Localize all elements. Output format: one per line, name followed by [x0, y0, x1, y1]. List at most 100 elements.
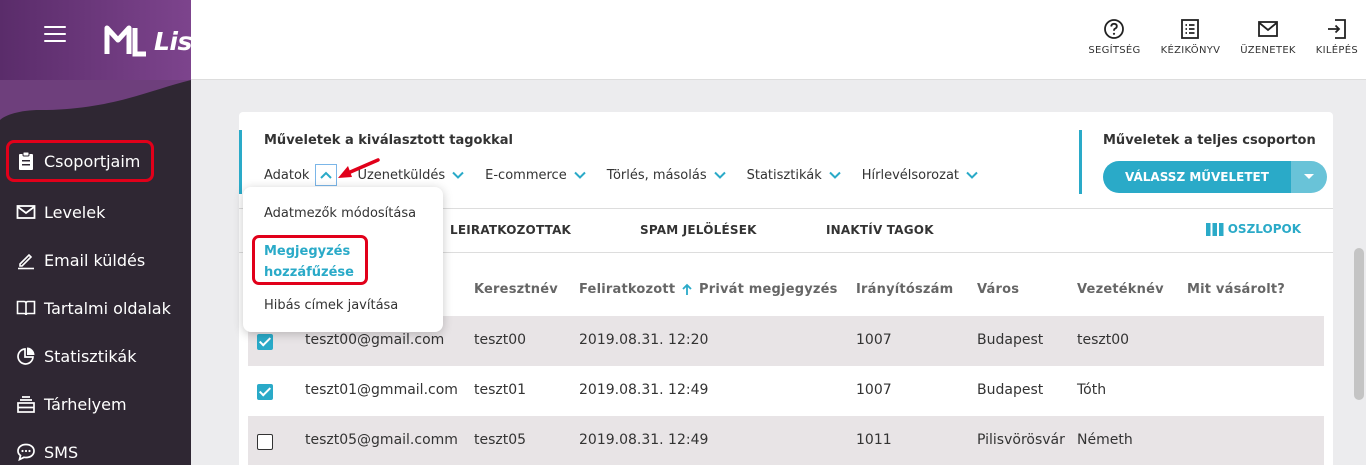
cell-zip: 1007 — [856, 382, 892, 398]
column-header-mit-vasarolt[interactable]: Mit vásárolt? — [1187, 282, 1285, 297]
mail-icon — [1258, 21, 1278, 37]
chevron-up-icon[interactable] — [315, 164, 338, 186]
hamburger-menu-icon[interactable] — [44, 26, 66, 42]
manual-button[interactable]: KÉZIKÖNYV — [1161, 18, 1221, 56]
sidebar-item-email-kuldes[interactable]: Email küldés — [0, 236, 191, 284]
cell-zip: 1007 — [856, 332, 892, 348]
columns-button[interactable]: OSZLOPOK — [1205, 222, 1301, 236]
chevron-down-icon — [452, 171, 464, 179]
manual-icon — [1181, 19, 1200, 39]
row-checkbox[interactable] — [257, 434, 273, 450]
tab-inaktiv-tagok[interactable]: INAKTÍV TAGOK — [826, 223, 934, 237]
sidebar-item-tartalmi-oldalak[interactable]: Tartalmi oldalak — [0, 284, 191, 332]
messages-label: ÜZENETEK — [1240, 45, 1296, 56]
cell-subscribed: 2019.08.31. 12:20 — [579, 332, 709, 348]
sidebar-item-label: Levelek — [44, 202, 106, 222]
help-icon — [1104, 19, 1125, 39]
choose-operation-caret[interactable] — [1290, 161, 1327, 193]
column-header-iranyitoszam[interactable]: Irányítószám — [856, 282, 953, 297]
sidebar-item-label: Tárhelyem — [44, 394, 127, 414]
menu-torles-masolas[interactable]: Törlés, másolás — [607, 164, 727, 186]
group-operations: Műveletek a teljes csoporton VÁLASSZ MŰV… — [1079, 130, 1327, 194]
logout-label: KILÉPÉS — [1315, 45, 1358, 56]
menu-hirlevelsorozat[interactable]: Hírlevélsorozat — [862, 164, 979, 186]
help-button[interactable]: SEGÍTSÉG — [1088, 18, 1140, 56]
logo[interactable]: ListaMester — [104, 24, 315, 58]
chevron-down-icon — [966, 171, 978, 179]
sidebar-item-label: SMS — [44, 442, 79, 462]
logout-icon — [1327, 19, 1346, 39]
chevron-down-icon — [829, 171, 841, 179]
top-actions: SEGÍTSÉG KÉZIKÖNYV ÜZENETEK KILÉPÉS — [1088, 18, 1358, 56]
cell-first-name: teszt05 — [474, 432, 527, 448]
column-header-keresztnev[interactable]: Keresztnév — [474, 282, 558, 297]
sidebar-item-label: Statisztikák — [44, 346, 137, 366]
messages-button[interactable]: ÜZENETEK — [1240, 18, 1296, 56]
app-window: ListaMester Csoportjaim Levelek Email kü… — [0, 0, 1366, 465]
sidebar-item-csoportjaim[interactable]: Csoportjaim — [6, 140, 154, 182]
menu-adatok[interactable]: Adatok — [264, 164, 338, 186]
pie-chart-icon — [17, 347, 35, 365]
tab-spam-jelolesek[interactable]: SPAM JELÖLÉSEK — [640, 223, 757, 237]
chat-icon — [17, 443, 35, 462]
sidebar-item-label: Email küldés — [44, 250, 146, 270]
sidebar-item-statisztikak[interactable]: Statisztikák — [0, 332, 191, 380]
menu-label: E-commerce — [485, 167, 567, 183]
menu-statisztikak[interactable]: Statisztikák — [747, 164, 842, 186]
chevron-down-icon — [713, 171, 726, 179]
sidebar-item-label: Csoportjaim — [44, 151, 141, 171]
sidebar-nav: Csoportjaim Levelek Email küldés Tartalm… — [0, 140, 191, 465]
chevron-down-icon — [573, 171, 586, 179]
sidebar-item-tarhelyem[interactable]: Tárhelyem — [0, 380, 191, 428]
row-checkbox[interactable] — [257, 384, 273, 400]
top-bar: SEGÍTSÉG KÉZIKÖNYV ÜZENETEK KILÉPÉS — [191, 0, 1366, 80]
columns-icon — [1205, 222, 1224, 236]
dropdown-item-adatmezok-modositasa[interactable]: Adatmezők módosítása — [264, 206, 416, 221]
sidebar-item-sms[interactable]: SMS — [0, 428, 191, 465]
cell-zip: 1011 — [856, 432, 892, 448]
logout-button[interactable]: KILÉPÉS — [1316, 18, 1358, 56]
clipboard-icon — [19, 151, 33, 170]
pencil-icon — [18, 253, 34, 270]
menu-label: Hírlevélsorozat — [861, 167, 960, 183]
column-header-vezeteknev[interactable]: Vezetéknév — [1077, 282, 1164, 297]
menu-ecommerce[interactable]: E-commerce — [485, 164, 587, 186]
cell-email: teszt05@gmail.comm — [305, 432, 458, 448]
book-icon — [16, 300, 36, 316]
cell-last-name: Tóth — [1077, 382, 1107, 398]
storage-icon — [17, 396, 35, 413]
column-header-varos[interactable]: Város — [977, 282, 1019, 297]
cell-last-name: Németh — [1077, 432, 1133, 448]
sidebar-item-levelek[interactable]: Levelek — [0, 188, 191, 236]
row-checkbox[interactable] — [257, 334, 273, 350]
table-row[interactable]: teszt01@gmmail.com teszt01 2019.08.31. 1… — [248, 366, 1324, 416]
choose-operation-split-button: VÁLASSZ MŰVELETET — [1103, 161, 1327, 193]
envelope-icon — [16, 205, 36, 219]
vertical-scrollbar[interactable] — [1354, 248, 1364, 400]
choose-operation-button[interactable]: VÁLASSZ MŰVELETET — [1103, 161, 1291, 193]
column-header-privat-megjegyzes[interactable]: Privát megjegyzés — [699, 282, 838, 297]
cell-first-name: teszt00 — [474, 332, 527, 348]
dropdown-item-hibas-cimek-javitasa[interactable]: Hibás címek javítása — [264, 298, 398, 313]
cell-last-name: teszt00 — [1077, 332, 1130, 348]
tab-leiratkozottak[interactable]: LEIRATKOZOTTAK — [450, 223, 571, 237]
cell-email: teszt01@gmmail.com — [305, 382, 458, 398]
table-row[interactable]: teszt05@gmail.comm teszt05 2019.08.31. 1… — [248, 416, 1324, 465]
column-header-feliratkozott[interactable]: Feliratkozott — [579, 282, 693, 297]
menu-label: Adatok — [264, 167, 310, 183]
highlight-box — [252, 235, 368, 285]
column-header-label: Feliratkozott — [579, 282, 676, 297]
sidebar-item-label: Tartalmi oldalak — [44, 298, 171, 318]
logo-mark-icon — [104, 25, 146, 57]
help-label: SEGÍTSÉG — [1088, 45, 1141, 56]
ops-selected-title: Műveletek a kiválasztott tagokkal — [264, 133, 513, 148]
cell-email: teszt00@gmail.com — [305, 332, 445, 348]
columns-label: OSZLOPOK — [1227, 222, 1301, 236]
sort-arrow-up-icon — [682, 283, 692, 295]
menu-label: Törlés, másolás — [606, 167, 707, 183]
caret-down-icon — [1303, 174, 1314, 179]
cell-subscribed: 2019.08.31. 12:49 — [579, 432, 709, 448]
cell-city: Budapest — [977, 382, 1044, 398]
manual-label: KÉZIKÖNYV — [1160, 45, 1221, 56]
adatok-dropdown-menu: Adatmezők módosítása Megjegyzés hozzáfűz… — [243, 187, 443, 332]
